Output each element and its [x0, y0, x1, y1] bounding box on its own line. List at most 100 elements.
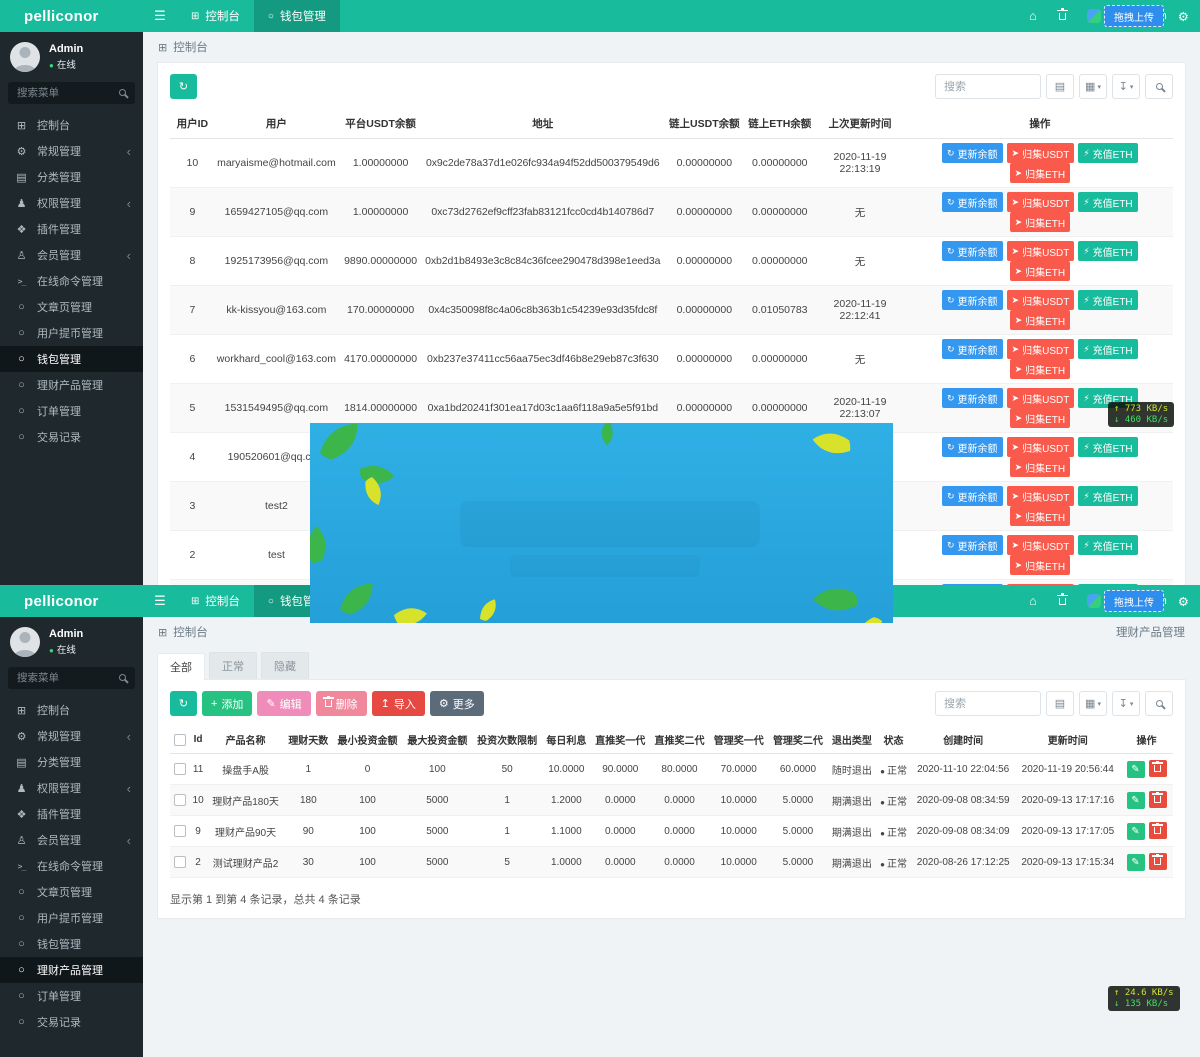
- sidebar-item-category[interactable]: ▤分类管理: [0, 164, 143, 190]
- sidebar-item-auth[interactable]: ♟权限管理‹: [0, 775, 143, 801]
- toolbar-edit-button[interactable]: ✎编辑: [257, 691, 310, 716]
- update-balance-button[interactable]: ↻更新余额: [942, 241, 1003, 261]
- delete-button[interactable]: [1149, 853, 1167, 870]
- apps-icon[interactable]: [1087, 9, 1101, 23]
- gear-icon[interactable]: ⚙: [1167, 9, 1200, 24]
- edit-button[interactable]: ✎: [1127, 761, 1145, 778]
- export-button[interactable]: ↧▾: [1112, 74, 1140, 99]
- nav-tab-console[interactable]: ⊞控制台: [177, 0, 254, 32]
- tab-normal[interactable]: 正常: [209, 652, 257, 679]
- table-search-input[interactable]: [935, 74, 1041, 99]
- collect-usdt-button[interactable]: ➤归集USDT: [1007, 388, 1075, 408]
- sidebar-item-article[interactable]: ○文章页管理: [0, 294, 143, 320]
- sidebar-item-command[interactable]: >_在线命令管理: [0, 268, 143, 294]
- update-balance-button[interactable]: ↻更新余额: [942, 388, 1003, 408]
- update-balance-button[interactable]: ↻更新余额: [942, 437, 1003, 457]
- row-checkbox[interactable]: [174, 763, 186, 775]
- recharge-eth-button[interactable]: ⚡充值ETH: [1078, 192, 1137, 212]
- toolbar-more-button[interactable]: ⚙更多: [430, 691, 484, 716]
- sidebar-item-member[interactable]: ♙会员管理‹: [0, 242, 143, 268]
- delete-button[interactable]: [1149, 760, 1167, 777]
- apps-icon[interactable]: [1087, 594, 1101, 608]
- paging-toggle-button[interactable]: ▤: [1046, 691, 1074, 716]
- sidebar-item-auth[interactable]: ♟权限管理‹: [0, 190, 143, 216]
- columns-button[interactable]: ▦▾: [1079, 74, 1107, 99]
- collect-eth-button[interactable]: ➤归集ETH: [1010, 359, 1071, 379]
- sidebar-item-withdraw[interactable]: ○用户提币管理: [0, 905, 143, 931]
- recharge-eth-button[interactable]: ⚡充值ETH: [1078, 339, 1137, 359]
- sidebar-item-wallet[interactable]: ○钱包管理: [0, 346, 143, 372]
- collect-eth-button[interactable]: ➤归集ETH: [1010, 261, 1071, 281]
- menu-toggle-icon[interactable]: ☰: [143, 593, 177, 609]
- nav-tab-console[interactable]: ⊞控制台: [177, 585, 254, 617]
- collect-usdt-button[interactable]: ➤归集USDT: [1007, 535, 1075, 555]
- trash-icon[interactable]: [1048, 13, 1077, 20]
- sidebar-item-dashboard[interactable]: ⊞控制台: [0, 697, 143, 723]
- menu-search-input[interactable]: [8, 667, 135, 689]
- row-checkbox[interactable]: [174, 825, 186, 837]
- collect-eth-button[interactable]: ➤归集ETH: [1010, 212, 1071, 232]
- sidebar-item-product[interactable]: ○理财产品管理: [0, 372, 143, 398]
- toolbar-add-button[interactable]: +添加: [202, 691, 252, 716]
- sidebar-item-order[interactable]: ○订单管理: [0, 983, 143, 1009]
- collect-usdt-button[interactable]: ➤归集USDT: [1007, 143, 1075, 163]
- sidebar-item-wallet[interactable]: ○钱包管理: [0, 931, 143, 957]
- collect-usdt-button[interactable]: ➤归集USDT: [1007, 241, 1075, 261]
- sidebar-item-category[interactable]: ▤分类管理: [0, 749, 143, 775]
- recharge-eth-button[interactable]: ⚡充值ETH: [1078, 290, 1137, 310]
- update-balance-button[interactable]: ↻更新余额: [942, 290, 1003, 310]
- nav-tab-wallet[interactable]: ○钱包管理: [254, 0, 340, 32]
- update-balance-button[interactable]: ↻更新余额: [942, 192, 1003, 212]
- home-icon[interactable]: ⌂: [1018, 594, 1048, 608]
- edit-button[interactable]: ✎: [1127, 854, 1145, 871]
- tab-hidden[interactable]: 隐藏: [261, 652, 309, 679]
- update-balance-button[interactable]: ↻更新余额: [942, 339, 1003, 359]
- collect-eth-button[interactable]: ➤归集ETH: [1010, 457, 1071, 477]
- tab-all[interactable]: 全部: [157, 653, 205, 680]
- update-balance-button[interactable]: ↻更新余额: [942, 535, 1003, 555]
- paging-toggle-button[interactable]: ▤: [1046, 74, 1074, 99]
- sidebar-item-addon[interactable]: ❖插件管理: [0, 801, 143, 827]
- collect-eth-button[interactable]: ➤归集ETH: [1010, 310, 1071, 330]
- export-button[interactable]: ↧▾: [1112, 691, 1140, 716]
- refresh-button[interactable]: ↻: [170, 74, 197, 99]
- edit-button[interactable]: ✎: [1127, 823, 1145, 840]
- row-checkbox[interactable]: [174, 794, 186, 806]
- search-button[interactable]: [1145, 74, 1173, 99]
- sidebar-item-command[interactable]: >_在线命令管理: [0, 853, 143, 879]
- sidebar-item-addon[interactable]: ❖插件管理: [0, 216, 143, 242]
- toolbar-delete-button[interactable]: 删除: [316, 691, 367, 716]
- sidebar-item-article[interactable]: ○文章页管理: [0, 879, 143, 905]
- sidebar-item-general[interactable]: ⚙常规管理‹: [0, 138, 143, 164]
- collect-usdt-button[interactable]: ➤归集USDT: [1007, 437, 1075, 457]
- update-balance-button[interactable]: ↻更新余额: [942, 143, 1003, 163]
- update-balance-button[interactable]: ↻更新余额: [942, 486, 1003, 506]
- edit-button[interactable]: ✎: [1127, 792, 1145, 809]
- collect-eth-button[interactable]: ➤归集ETH: [1010, 408, 1071, 428]
- sidebar-item-trade[interactable]: ○交易记录: [0, 1009, 143, 1035]
- sidebar-item-trade[interactable]: ○交易记录: [0, 424, 143, 450]
- delete-button[interactable]: [1149, 822, 1167, 839]
- recharge-eth-button[interactable]: ⚡充值ETH: [1078, 143, 1137, 163]
- menu-toggle-icon[interactable]: ☰: [143, 8, 177, 24]
- recharge-eth-button[interactable]: ⚡充值ETH: [1078, 486, 1137, 506]
- trash-icon[interactable]: [1048, 598, 1077, 605]
- sidebar-item-general[interactable]: ⚙常规管理‹: [0, 723, 143, 749]
- columns-button[interactable]: ▦▾: [1079, 691, 1107, 716]
- sidebar-item-order[interactable]: ○订单管理: [0, 398, 143, 424]
- recharge-eth-button[interactable]: ⚡充值ETH: [1078, 535, 1137, 555]
- recharge-eth-button[interactable]: ⚡充值ETH: [1078, 241, 1137, 261]
- sidebar-item-withdraw[interactable]: ○用户提币管理: [0, 320, 143, 346]
- home-icon[interactable]: ⌂: [1018, 9, 1048, 23]
- collect-usdt-button[interactable]: ➤归集USDT: [1007, 192, 1075, 212]
- search-button[interactable]: [1145, 691, 1173, 716]
- menu-search-input[interactable]: [8, 82, 135, 104]
- table-search-input[interactable]: [935, 691, 1041, 716]
- select-all-checkbox[interactable]: [174, 734, 186, 746]
- collect-eth-button[interactable]: ➤归集ETH: [1010, 506, 1071, 526]
- toolbar-import-button[interactable]: ↥导入: [372, 691, 425, 716]
- sidebar-item-product[interactable]: ○理财产品管理: [0, 957, 143, 983]
- collect-usdt-button[interactable]: ➤归集USDT: [1007, 486, 1075, 506]
- collect-usdt-button[interactable]: ➤归集USDT: [1007, 339, 1075, 359]
- gear-icon[interactable]: ⚙: [1167, 594, 1200, 609]
